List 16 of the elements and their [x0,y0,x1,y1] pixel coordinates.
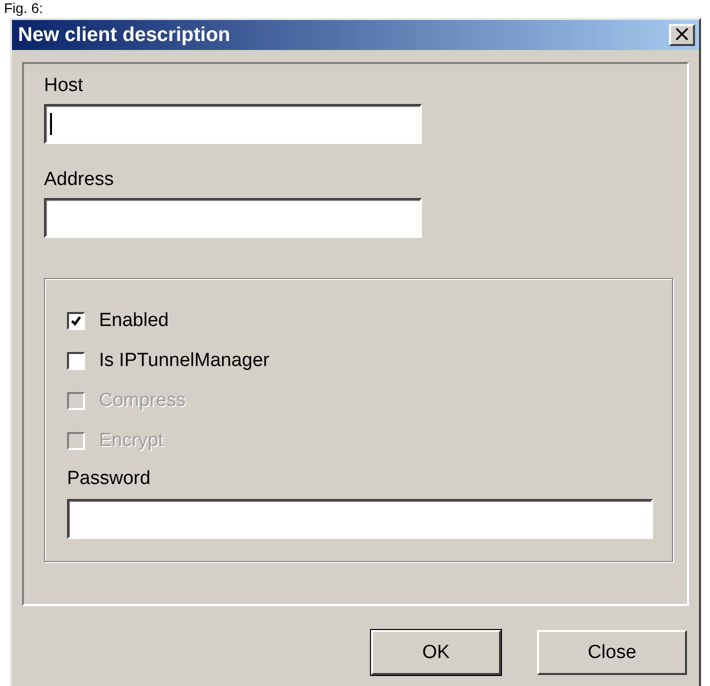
password-field[interactable] [67,499,653,539]
checkbox-label: Is IPTunnelManager [99,350,270,372]
input-field[interactable] [44,198,422,238]
check-icon [69,314,83,328]
checkbox[interactable] [67,312,85,330]
field-label: Address [44,168,115,192]
input-field[interactable] [44,104,422,144]
close-button[interactable]: × [669,24,695,46]
window-title: New client description [18,24,232,46]
field-label: Password [67,467,152,491]
checkbox[interactable] [67,352,85,370]
figure-caption: Fig. 6: [4,0,44,16]
ok-button[interactable]: OK [371,630,501,675]
checkbox-label: Enabled [99,310,169,332]
field-label: Host [44,74,84,98]
close-button[interactable]: Close [537,630,687,675]
